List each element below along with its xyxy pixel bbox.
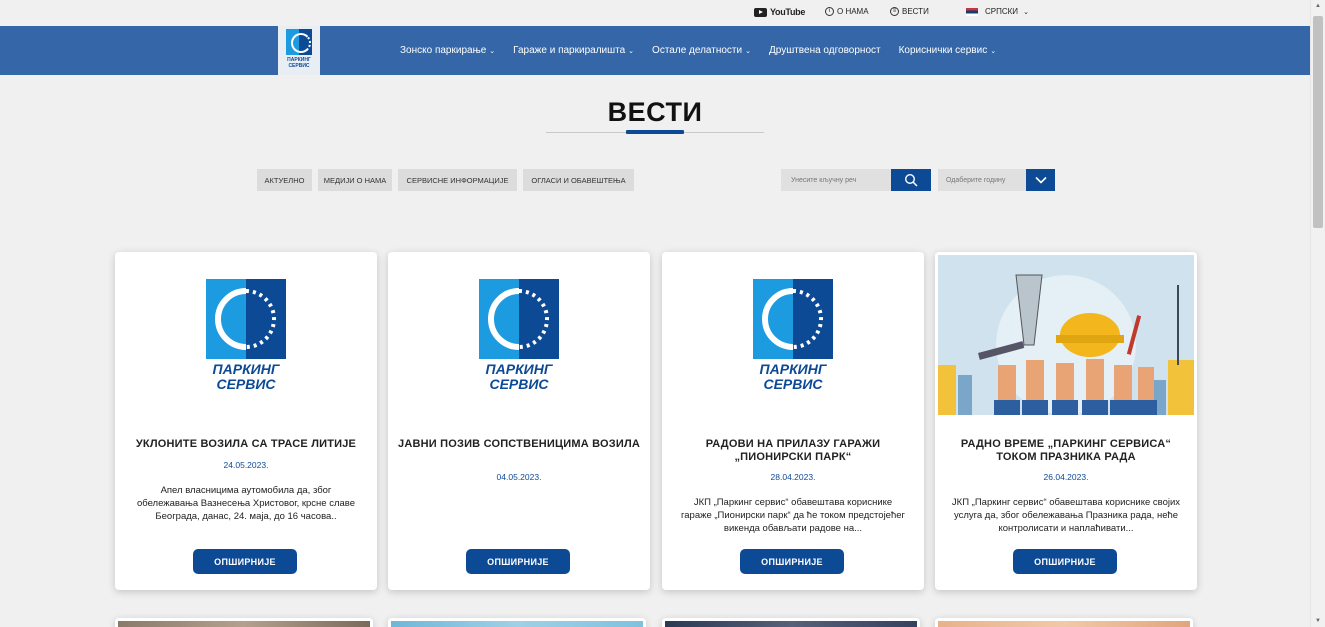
read-more-button[interactable]: ОПШИРНИЈЕ [193, 549, 297, 574]
scroll-up-icon[interactable]: ▲ [1315, 3, 1321, 9]
nav-item-garages[interactable]: Гараже и паркиралишта ⌄ [513, 45, 634, 56]
scrollbar-thumb[interactable] [1313, 16, 1323, 228]
nav-item-other-activities[interactable]: Остале делатности ⌄ [652, 45, 751, 56]
parking-servis-logo-icon: ПАРКИНГ СЕРВИС [753, 279, 833, 391]
about-link[interactable]: i О НАМА [825, 7, 869, 16]
read-more-button[interactable]: ОПШИРНИЈЕ [1013, 549, 1117, 574]
page-title: ВЕСТИ [607, 97, 703, 127]
parking-servis-logo-icon [286, 29, 312, 55]
utility-bar: YouTube i О НАМА ≡ ВЕСТИ СРПСКИ ⌄ [0, 0, 1310, 26]
filter-announcements[interactable]: ОГЛАСИ И ОБАВЕШТЕЊА [523, 169, 634, 191]
scroll-down-icon[interactable]: ▼ [1315, 618, 1321, 624]
nav-item-customer-service[interactable]: Кориснички сервис ⌄ [899, 45, 997, 56]
read-more-button[interactable]: ОПШИРНИЈЕ [740, 549, 844, 574]
year-select[interactable]: Одаберите годину [938, 169, 1026, 191]
chevron-down-icon: ⌄ [990, 47, 997, 55]
parking-servis-logo-icon: ПАРКИНГ СЕРВИС [479, 279, 559, 391]
nav-item-zone-parking[interactable]: Зонско паркирање ⌄ [400, 45, 495, 56]
workers-tools-illustration [938, 255, 1194, 415]
news-card-title[interactable]: РАДНО ВРЕМЕ „ПАРКИНГ СЕРВИСА“ ТОКОМ ПРАЗ… [945, 438, 1187, 464]
news-card-excerpt: ЈКП „Паркинг сервис“ обавештава корисник… [951, 497, 1181, 534]
news-card-image[interactable]: ПАРКИНГ СЕРВИС [118, 255, 374, 415]
news-card-excerpt: Апел власницима аутомобила да, због обел… [136, 485, 356, 522]
news-link[interactable]: ≡ ВЕСТИ [890, 7, 929, 16]
news-card-title[interactable]: УКЛОНИТЕ ВОЗИЛА СА ТРАСЕ ЛИТИЈЕ [125, 438, 367, 451]
svg-text:СЕРВИС: СЕРВИС [763, 376, 823, 391]
news-card[interactable]: ПАРКИНГ СЕРВИС УКЛОНИТЕ ВОЗИЛА СА ТРАСЕ … [115, 252, 377, 590]
filter-service-info[interactable]: СЕРВИСНЕ ИНФОРМАЦИЈЕ [398, 169, 517, 191]
parking-servis-logo-icon: ПАРКИНГ СЕРВИС [206, 279, 286, 391]
youtube-link[interactable]: YouTube [754, 7, 805, 17]
title-accent-bar [626, 130, 684, 134]
search-icon [904, 173, 918, 187]
news-card-partial[interactable] [388, 618, 646, 627]
site-logo[interactable]: ПАРКИНГ СЕРВИС [278, 26, 320, 75]
read-more-button[interactable]: ОПШИРНИЈЕ [466, 549, 570, 574]
news-card-date: 26.04.2023. [1043, 472, 1089, 482]
chevron-down-icon [1034, 176, 1047, 184]
svg-text:ПАРКИНГ: ПАРКИНГ [486, 361, 554, 377]
news-card-date: 28.04.2023. [770, 472, 816, 482]
news-card-excerpt: ЈКП „Паркинг сервис“ обавештава корисник… [681, 497, 905, 534]
chevron-down-icon: ⌄ [1023, 8, 1029, 16]
news-card-partial[interactable] [662, 618, 920, 627]
nav-item-social-responsibility[interactable]: Друштвена одговорност [769, 45, 881, 56]
news-card-partial[interactable] [115, 618, 373, 627]
news-card-partial[interactable] [935, 618, 1193, 627]
news-card-image[interactable]: ПАРКИНГ СЕРВИС [665, 255, 921, 415]
svg-text:ПАРКИНГ: ПАРКИНГ [213, 361, 281, 377]
news-card[interactable]: РАДНО ВРЕМЕ „ПАРКИНГ СЕРВИСА“ ТОКОМ ПРАЗ… [935, 252, 1197, 590]
filter-current[interactable]: АКТУЕЛНО [257, 169, 312, 191]
news-card[interactable]: ПАРКИНГ СЕРВИС ЈАВНИ ПОЗИВ СОПСТВЕНИЦИМА… [388, 252, 650, 590]
serbian-flag-icon [966, 7, 978, 16]
news-card[interactable]: ПАРКИНГ СЕРВИС РАДОВИ НА ПРИЛАЗУ ГАРАЖИ … [662, 252, 924, 590]
chevron-down-icon: ⌄ [628, 47, 635, 55]
news-card-title[interactable]: РАДОВИ НА ПРИЛАЗУ ГАРАЖИ „ПИОНИРСКИ ПАРК… [672, 438, 914, 464]
news-card-date: 24.05.2023. [223, 460, 269, 470]
news-card-image[interactable] [938, 255, 1194, 415]
filter-media[interactable]: МЕДИЈИ О НАМА [318, 169, 392, 191]
svg-text:СЕРВИС: СЕРВИС [216, 376, 276, 391]
info-icon: i [825, 7, 834, 16]
news-icon: ≡ [890, 7, 899, 16]
youtube-icon [754, 7, 767, 17]
news-card-title[interactable]: ЈАВНИ ПОЗИВ СОПСТВЕНИЦИМА ВОЗИЛА [398, 438, 640, 451]
news-card-date: 04.05.2023. [496, 472, 542, 482]
language-selector[interactable]: СРПСКИ ⌄ [966, 7, 1029, 16]
search-button[interactable] [891, 169, 931, 191]
chevron-down-icon: ⌄ [489, 47, 496, 55]
chevron-down-icon: ⌄ [745, 47, 751, 55]
news-card-image[interactable]: ПАРКИНГ СЕРВИС [391, 255, 647, 415]
logo-text: ПАРКИНГ СЕРВИС [287, 57, 311, 69]
svg-text:СЕРВИС: СЕРВИС [489, 376, 549, 391]
year-dropdown-button[interactable] [1026, 169, 1055, 191]
page-scrollbar[interactable]: ▲ ▼ [1310, 0, 1325, 627]
search-input[interactable] [781, 169, 891, 191]
svg-text:ПАРКИНГ: ПАРКИНГ [760, 361, 828, 377]
main-navigation: ПАРКИНГ СЕРВИС Зонско паркирање ⌄ Гараже … [0, 26, 1310, 75]
